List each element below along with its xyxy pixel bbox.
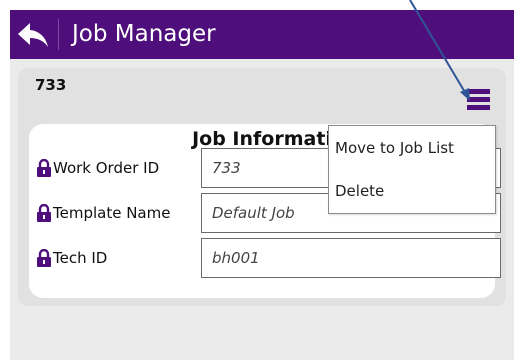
back-button[interactable] bbox=[10, 10, 56, 59]
back-arrow-icon bbox=[18, 22, 48, 47]
job-id-label: 733 bbox=[35, 76, 67, 94]
hamburger-menu-icon bbox=[467, 89, 490, 110]
menu-item-move-to-job-list[interactable]: Move to Job List bbox=[329, 127, 495, 169]
menu-item-delete[interactable]: Delete bbox=[329, 170, 495, 212]
title-bar: Job Manager bbox=[10, 10, 514, 59]
lock-icon bbox=[37, 249, 51, 267]
lock-icon bbox=[37, 204, 51, 222]
work-order-label: Work Order ID bbox=[53, 159, 160, 177]
title-divider bbox=[58, 19, 59, 50]
tech-id-label: Tech ID bbox=[53, 249, 108, 267]
app-title: Job Manager bbox=[72, 21, 216, 47]
job-manager-window: Job Manager 733 Job Informati Work Order… bbox=[10, 10, 514, 360]
job-options-menu: Move to Job List Delete bbox=[328, 125, 496, 214]
template-name-label: Template Name bbox=[53, 204, 171, 222]
lock-icon bbox=[37, 159, 51, 177]
tech-id-field[interactable]: bh001 bbox=[201, 238, 501, 278]
tech-id-row: Tech ID bh001 bbox=[29, 238, 501, 278]
job-menu-button[interactable] bbox=[467, 89, 490, 110]
